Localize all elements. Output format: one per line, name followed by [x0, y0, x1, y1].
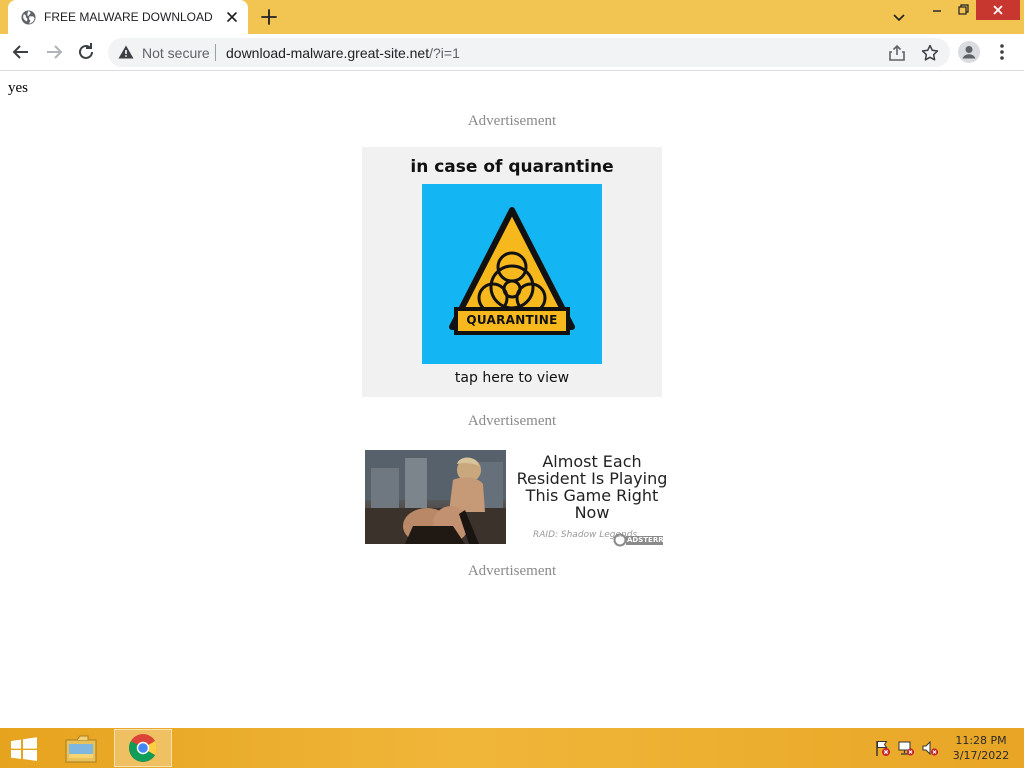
omnibox-separator	[215, 44, 216, 61]
ad-image[interactable]: QUARANTINE	[422, 184, 602, 364]
reload-icon[interactable]	[74, 40, 98, 64]
headline-line: This Game Right	[525, 486, 659, 505]
advertisement-label: Advertisement	[467, 113, 557, 129]
ad-network-logo[interactable]: ADSTERRA	[613, 533, 663, 547]
tab-strip: FREE MALWARE DOWNLOAD	[0, 0, 1024, 34]
close-window-icon	[993, 5, 1003, 15]
url-text[interactable]: download-malware.great-site.net/?i=1	[226, 45, 460, 61]
windows-start-icon[interactable]	[10, 737, 38, 761]
game-ad-headline[interactable]: Almost Each Resident Is Playing This Gam…	[511, 453, 673, 521]
new-tab-icon[interactable]	[259, 7, 279, 27]
url-host: download-malware.great-site.net	[226, 45, 430, 61]
clock-date: 3/17/2022	[952, 749, 1010, 762]
security-status-label[interactable]: Not secure	[142, 45, 210, 61]
restore-icon[interactable]	[950, 0, 976, 20]
kebab-menu-icon[interactable]	[994, 41, 1010, 63]
close-window-button[interactable]	[976, 0, 1020, 20]
chrome-icon	[129, 734, 157, 762]
ad-network-label: ADSTERRA	[627, 536, 663, 544]
active-tab[interactable]: FREE MALWARE DOWNLOAD	[8, 0, 248, 34]
tab-search-chevron-down-icon[interactable]	[888, 8, 910, 26]
headline-line: Resident Is Playing	[516, 469, 668, 488]
action-center-flag-icon[interactable]	[874, 740, 891, 756]
ad-title: in case of quarantine	[410, 157, 614, 177]
minimize-icon[interactable]	[924, 0, 950, 20]
taskbar-chrome-button[interactable]	[114, 729, 172, 767]
headline-line: Now	[574, 503, 610, 521]
forward-arrow-icon[interactable]	[42, 40, 66, 64]
game-ad-image[interactable]	[365, 450, 506, 544]
address-bar[interactable]: Not secure download-malware.great-site.n…	[108, 38, 950, 67]
warning-triangle-icon[interactable]	[118, 45, 134, 59]
back-arrow-icon[interactable]	[9, 40, 33, 64]
system-clock[interactable]: 11:28 PM 3/17/2022	[944, 733, 1018, 763]
profile-avatar-icon[interactable]	[958, 41, 980, 63]
quarantine-image-label: QUARANTINE	[466, 313, 558, 327]
bookmark-star-icon[interactable]	[920, 43, 940, 63]
biohazard-warning-icon	[449, 207, 575, 335]
url-path: /?i=1	[429, 45, 460, 61]
volume-muted-icon[interactable]	[922, 740, 939, 756]
quarantine-ad[interactable]: in case of quarantine QUARANTINE tap her…	[362, 147, 662, 397]
close-tab-icon[interactable]	[224, 9, 240, 25]
share-icon[interactable]	[888, 44, 906, 62]
ad-cta-link[interactable]: tap here to view	[362, 370, 662, 386]
body-text: yes	[8, 80, 28, 96]
browser-toolbar: Not secure download-malware.great-site.n…	[0, 34, 1024, 71]
globe-icon	[21, 10, 36, 25]
windows-taskbar: 11:28 PM 3/17/2022	[0, 728, 1024, 768]
file-explorer-icon[interactable]	[58, 730, 104, 766]
web-page: yes Advertisement in case of quarantine …	[0, 72, 1024, 728]
game-character-image	[365, 450, 506, 544]
headline-line: Almost Each	[542, 453, 642, 471]
advertisement-label: Advertisement	[467, 413, 557, 429]
advertisement-label: Advertisement	[467, 563, 557, 579]
network-icon[interactable]	[898, 740, 915, 756]
tab-title: FREE MALWARE DOWNLOAD	[44, 10, 213, 24]
game-ad[interactable]: Almost Each Resident Is Playing This Gam…	[365, 450, 667, 547]
clock-time: 11:28 PM	[955, 734, 1007, 747]
